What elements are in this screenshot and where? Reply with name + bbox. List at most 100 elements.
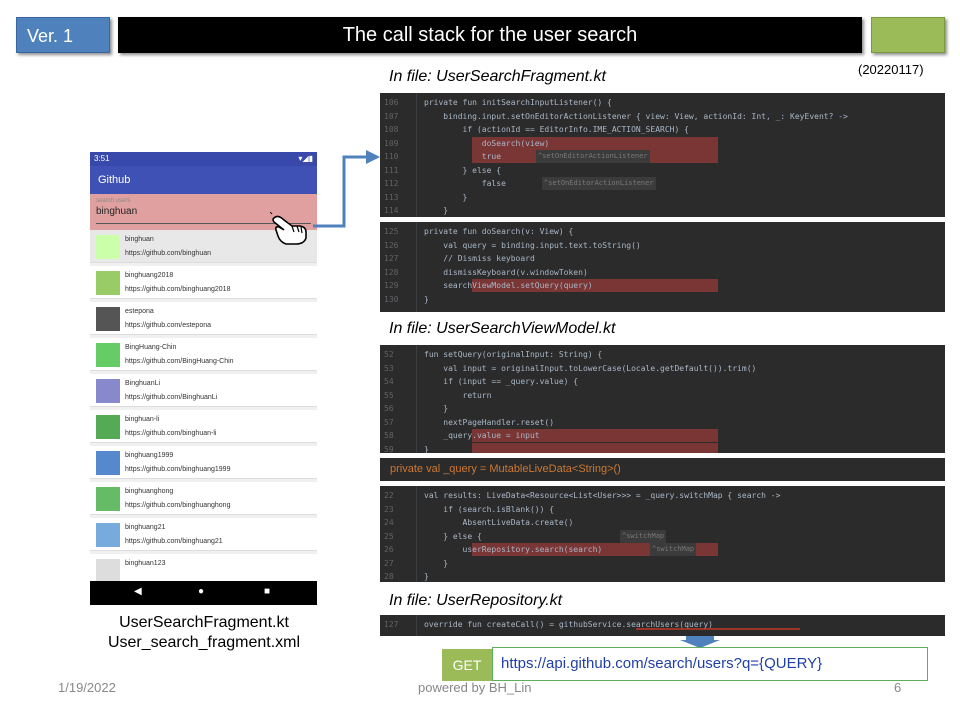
- phone-caption: UserSearchFragment.kt User_search_fragme…: [70, 613, 338, 653]
- code-line: 53 val input = originalInput.toLowerCase…: [380, 362, 945, 375]
- code-line: 23 if (search.isBlank()) {: [380, 503, 945, 516]
- app-title: Github: [98, 174, 131, 186]
- user-name: binghuang21: [125, 524, 166, 531]
- user-url: https://github.com/BinghuanLi: [125, 394, 218, 401]
- user-url: https://github.com/binghuan-li: [125, 430, 217, 437]
- line-number: 112: [384, 179, 399, 188]
- user-url: https://github.com/binghuang2018: [125, 286, 231, 293]
- list-item[interactable]: BingHuang-Chin https://github.com/BingHua…: [90, 338, 317, 371]
- code-text: false: [424, 179, 506, 188]
- footer-powered: powered by BH_Lin: [418, 680, 532, 695]
- line-number: 108: [384, 125, 399, 134]
- recents-icon[interactable]: ■: [264, 586, 270, 597]
- line-number: 28: [384, 572, 394, 581]
- code-line: 57 nextPageHandler.reset(): [380, 416, 945, 429]
- line-number: 59: [384, 444, 394, 454]
- code-line: 129 searchViewModel.setQuery(query): [380, 279, 945, 292]
- home-icon[interactable]: ●: [198, 586, 204, 597]
- line-number: 113: [384, 192, 399, 202]
- code-line: 25 } else {^switchMap: [380, 529, 945, 543]
- user-name: binghuang1999: [125, 452, 174, 459]
- user-name: binghuan: [125, 236, 154, 243]
- avatar: [96, 415, 120, 439]
- code-text: override fun createCall() = githubServic…: [424, 620, 713, 629]
- code-line: 106 private fun initSearchInputListener()…: [380, 96, 945, 109]
- list-item[interactable]: binghuanghong https://github.com/binghuan…: [90, 482, 317, 515]
- code-line: 55 return: [380, 389, 945, 402]
- avatar: [96, 487, 120, 511]
- code-text: val results: LiveData<Resource<List<User…: [424, 491, 781, 500]
- code-panel-fragment-dosearch: 125 private fun doSearch(v: View) {126 va…: [380, 222, 945, 312]
- list-item[interactable]: binghuang1999 https://github.com/binghuan…: [90, 446, 317, 479]
- code-line: 56 }: [380, 402, 945, 415]
- code-panel-viewmodel-setquery: 52 fun setQuery(originalInput: String) {5…: [380, 345, 945, 453]
- code-livedata-line: private val _query = MutableLiveData<Str…: [380, 458, 945, 481]
- line-number: 23: [384, 504, 394, 514]
- code-line: 107 binding.input.setOnEditorActionListe…: [380, 110, 945, 123]
- line-number: 127: [384, 254, 399, 263]
- list-item[interactable]: binghuang2018 https://github.com/binghuan…: [90, 266, 317, 299]
- livedata-text: private val _query = MutableLiveData<Str…: [390, 463, 621, 475]
- tap-hand-icon: [270, 212, 307, 245]
- line-number: 56: [384, 404, 394, 413]
- user-name: binghuang2018: [125, 272, 174, 279]
- code-hint: ^setOnEditorActionListener: [536, 150, 650, 163]
- code-line: 113 }: [380, 191, 945, 204]
- request-url[interactable]: https://api.github.com/search/users?q={Q…: [492, 647, 928, 681]
- line-number: 111: [384, 165, 399, 175]
- line-number: 126: [384, 240, 399, 250]
- nav-bar: ◀ ● ■: [90, 581, 317, 605]
- code-text: }: [424, 444, 429, 454]
- line-number: 109: [384, 138, 399, 148]
- code-text: val input = originalInput.toLowerCase(Lo…: [424, 363, 757, 373]
- code-text: nextPageHandler.reset(): [424, 417, 555, 427]
- list-item[interactable]: binghuan-li https://github.com/binghuan-l…: [90, 410, 317, 443]
- code-line: 27 }: [380, 557, 945, 570]
- file-label-repository: In file: UserRepository.kt: [389, 592, 563, 609]
- line-number: 55: [384, 390, 394, 400]
- code-text: return: [424, 390, 492, 400]
- code-text: if (actionId == EditorInfo.IME_ACTION_SE…: [424, 125, 689, 134]
- avatar: [96, 307, 120, 331]
- code-hint: ^setOnEditorActionListener: [542, 177, 656, 190]
- code-line: 127 override fun createCall() = githubSer…: [380, 618, 945, 631]
- code-line: 22 val results: LiveData<Resource<List<Us…: [380, 489, 945, 502]
- line-number: 128: [384, 267, 399, 277]
- code-text: true: [424, 152, 502, 161]
- code-text: AbsentLiveData.create(): [424, 518, 574, 527]
- file-label-fragment: In file: UserSearchFragment.kt: [389, 68, 606, 85]
- list-item[interactable]: binghuang21 https://github.com/binghuang2…: [90, 518, 317, 551]
- code-line: 24 AbsentLiveData.create(): [380, 516, 945, 529]
- list-item[interactable]: estepona https://github.com/estepona: [90, 302, 317, 335]
- caption-line-2: User_search_fragment.xml: [107, 634, 301, 651]
- line-number: 22: [384, 491, 394, 500]
- code-text: }: [424, 206, 449, 215]
- code-text: }: [424, 192, 468, 202]
- code-line: 111 } else {: [380, 164, 945, 177]
- code-line: 52 fun setQuery(originalInput: String) {: [380, 348, 945, 361]
- get-method-badge: GET: [442, 649, 492, 681]
- code-text: }: [424, 294, 429, 304]
- code-line: 28}: [380, 570, 945, 582]
- user-name: estepona: [125, 308, 154, 315]
- code-text: // Dismiss keyboard: [424, 254, 535, 263]
- avatar: [96, 235, 120, 259]
- user-url: https://github.com/binghuang1999: [125, 466, 231, 473]
- back-icon[interactable]: ◀: [134, 586, 142, 597]
- avatar: [96, 451, 120, 475]
- code-line: 58 _query.value = input: [380, 429, 945, 442]
- list-item[interactable]: BinghuanLi https://github.com/BinghuanLi: [90, 374, 317, 407]
- code-line: 26 userRepository.search(search) ^switchM…: [380, 543, 945, 556]
- user-url: https://github.com/binghuang21: [125, 538, 223, 545]
- line-number: 107: [384, 111, 399, 121]
- code-hint: ^switchMap: [620, 529, 667, 543]
- code-text: } else {: [424, 165, 502, 175]
- line-number: 106: [384, 98, 399, 107]
- avatar: [96, 559, 120, 583]
- code-text: doSearch(view): [424, 138, 550, 148]
- user-name: BinghuanLi: [125, 380, 161, 387]
- user-name: binghuan-li: [125, 416, 160, 423]
- footer-date: 1/19/2022: [58, 680, 116, 695]
- code-panel-fragment-listener: 106 private fun initSearchInputListener()…: [380, 93, 945, 217]
- code-line: 109 doSearch(view): [380, 137, 945, 150]
